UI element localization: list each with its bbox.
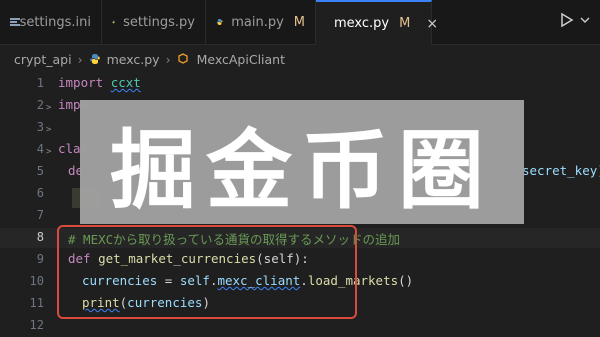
settings-file-icon bbox=[10, 17, 20, 27]
line-number: 7 bbox=[36, 208, 44, 222]
breadcrumb-separator: › bbox=[77, 51, 83, 67]
keyword: import bbox=[58, 75, 104, 90]
line-number: 5 bbox=[36, 164, 44, 178]
watermark-text: 掘金币圈 bbox=[110, 120, 494, 221]
line-number: 8 bbox=[36, 230, 44, 244]
line-number: 10 bbox=[29, 274, 44, 288]
modified-indicator: M bbox=[399, 16, 411, 31]
tab-settings-ini[interactable]: settings.ini bbox=[0, 0, 102, 44]
breadcrumb: crypt_api › mexc.py › MexcApiCliant bbox=[0, 45, 600, 73]
chevron-down-icon[interactable] bbox=[580, 15, 590, 25]
module-name: ccxt bbox=[110, 75, 141, 90]
fold-chevron-icon[interactable]: > bbox=[46, 147, 51, 157]
run-controls bbox=[560, 12, 590, 28]
class-symbol-icon bbox=[177, 53, 188, 64]
line-number: 4 bbox=[36, 142, 44, 156]
breadcrumb-folder[interactable]: crypt_api bbox=[14, 52, 72, 67]
parameter: secret_key): bbox=[522, 163, 600, 178]
tab-label: main.py bbox=[231, 14, 284, 30]
breadcrumb-symbol[interactable]: MexcApiCliant bbox=[197, 52, 285, 67]
modified-indicator: M bbox=[293, 14, 305, 30]
tab-bar: settings.ini settings.py main.py M mexc.… bbox=[0, 0, 600, 45]
breadcrumb-separator: › bbox=[165, 51, 171, 67]
code-line-5-tail: secret_key): bbox=[522, 163, 600, 178]
line-number: 9 bbox=[36, 252, 44, 266]
python-icon bbox=[112, 20, 115, 24]
tab-label: settings.ini bbox=[19, 14, 91, 30]
fold-chevron-icon[interactable]: > bbox=[46, 103, 51, 113]
tab-settings-py[interactable]: settings.py bbox=[102, 0, 206, 44]
tab-label: mexc.py bbox=[334, 16, 390, 31]
call-parens: () bbox=[398, 273, 414, 288]
line-number: 2 bbox=[36, 98, 44, 112]
watermark-banner: 掘金币圈 bbox=[80, 100, 524, 224]
python-icon bbox=[216, 18, 223, 26]
line-number: 3 bbox=[36, 120, 44, 134]
python-icon bbox=[89, 54, 100, 64]
line-number: 11 bbox=[29, 296, 44, 310]
fold-chevron-icon[interactable]: > bbox=[46, 125, 51, 135]
line-number: 6 bbox=[36, 186, 44, 200]
line-number: 1 bbox=[36, 76, 44, 90]
tab-main-py[interactable]: main.py M bbox=[206, 0, 316, 44]
close-icon[interactable]: × bbox=[426, 16, 438, 32]
tab-label: settings.py bbox=[123, 14, 195, 30]
run-icon[interactable] bbox=[560, 12, 574, 28]
highlight-box bbox=[57, 225, 357, 319]
line-number: 12 bbox=[29, 318, 44, 332]
tab-mexc-py[interactable]: mexc.py M × bbox=[316, 0, 438, 45]
breadcrumb-file[interactable]: mexc.py bbox=[107, 52, 160, 67]
code-line-1: import ccxt bbox=[58, 75, 141, 90]
